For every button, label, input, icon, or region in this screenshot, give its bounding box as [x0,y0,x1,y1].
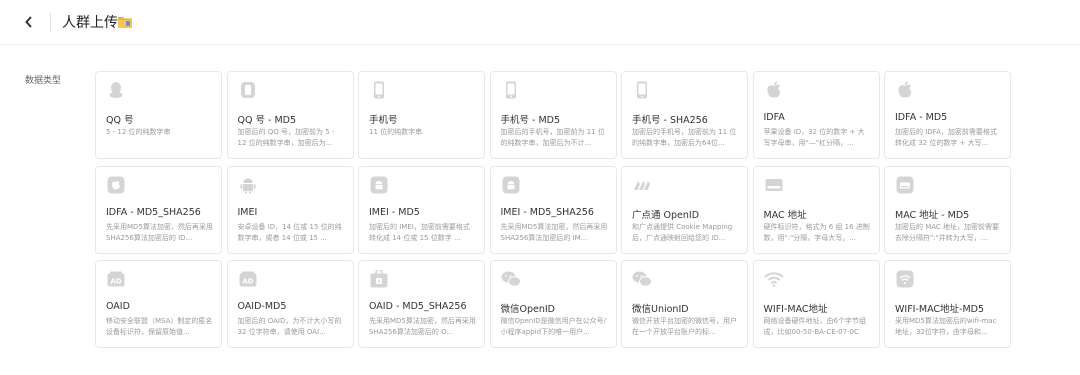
wifi-icon [763,269,784,289]
data-type-card[interactable]: IMEI - MD5_SHA256 先采用MD5算法加密，然后再采用SHA256算… [489,165,617,254]
data-type-card[interactable]: WIFI-MAC地址-MD5 采用MD5算法加密后的wifi-mac地址，32位字… [884,260,1011,348]
data-type-card[interactable]: IMEI 安卓设备 ID，14 位或 15 位的纯数字串，或者 14 位或 15 … [226,165,354,254]
data-type-card[interactable]: MAC 地址 - MD5 加密后的 MAC 地址，加密前需要去除分隔符":"并转为… [884,165,1011,254]
card-title: OAID [106,301,130,312]
card-description: 先采用MD5算法加密，然后再采用SHA256算法加密后的 O... [369,317,476,336]
card-title: IMEI - MD5 [369,206,420,218]
card-description: 安卓设备 ID，14 位或 15 位的纯数字串，或者 14 位或 15 ... [237,222,342,242]
card-description: 微信OpenID是微信用户在公众号/小程序appid下的唯一用户... [500,317,607,336]
android-square-icon [369,175,389,195]
data-type-card[interactable]: MAC 地址 硬件标识符，格式为 6 组 16 进制数，用":"分隔，字母大写。.… [752,165,880,254]
card-title: QQ 号 [106,115,134,126]
card-title: WIFI-MAC地址-MD5 [895,304,985,315]
card-description: 加密后的 IMEI，加密前需要格式转化成 14 位或 15 位数字 ... [369,222,470,242]
card-description: 加密后的 QQ 号，加密前为 5 - 12 位的纯数字串，加密后为... [237,128,335,147]
card-title: OAID - MD5_SHA256 [369,301,467,312]
apple-icon [895,80,915,100]
data-type-card[interactable]: QQ 号 - MD5 加密后的 QQ 号，加密前为 5 - 12 位的纯数字串，加… [226,71,354,159]
mac-icon [764,175,784,195]
card-title: IDFA [763,112,785,123]
folder-icon [118,17,132,28]
card-description: 加密后的 IDFA，加密前需要格式转化成 32 位的数字 + 大写... [895,128,997,147]
card-description: 硬件标识符，格式为 6 组 16 进制数，用":"分隔，字母大写。... [763,222,870,242]
data-type-card[interactable]: 手机号 - MD5 加密后的手机号，加密前为 11 位的纯数字串，加密后为不计..… [489,71,617,159]
svg-text:AD: AD [110,278,121,286]
mobile-icon [501,80,521,100]
card-description: 和广点通提供 Cookie Mapping 后，广点通映射回给您的 ID... [632,222,733,242]
card-title: OAID-MD5 [237,301,287,312]
card-description: 加密后的手机号，加密前为 11 位的纯数字串，加密后为64位... [632,128,737,147]
ad-lock-icon [369,269,389,289]
card-description: 网络设备硬件地址，由6个字节组成，比如00-50-BA-CE-07-0C [763,317,866,336]
card-description: 先采用MD5算法加密，然后再采用SHA256算法加密后的 ID... [106,222,213,242]
card-description: 加密后的手机号，加密前为 11 位的纯数字串，加密后为不计... [500,128,605,147]
card-title: IDFA - MD5_SHA256 [106,206,201,218]
mobile-icon [369,80,389,100]
card-title: 广点通 OpenID [632,209,700,221]
data-type-card[interactable]: OAID - MD5_SHA256 先采用MD5算法加密，然后再采用SHA256算… [358,260,485,348]
card-description: 移动安全联盟（MSA）制定的匿名设备标识符，保留原始值... [106,317,213,336]
header-divider [50,13,51,33]
wechat-icon [501,269,521,289]
svg-text:AD: AD [242,278,253,286]
card-description: 加密后的 OAID，为不计大小写的 32 位字符串，请使用 OAI... [237,317,342,336]
mobile-icon [632,80,652,100]
wechat-icon [632,269,652,289]
card-title: WIFI-MAC地址 [763,304,828,315]
page-title: 人群上传 [62,15,118,31]
data-type-card[interactable]: AD OAID 移动安全联盟（MSA）制定的匿名设备标识符，保留原始值... [95,260,222,348]
card-title: 微信OpenID [500,304,556,315]
mac-square-icon [895,175,915,195]
data-type-card[interactable]: WIFI-MAC地址网络设备硬件地址，由6个字节组成，比如00-50-BA-CE… [752,260,880,348]
qq-icon [106,80,126,100]
card-title: IMEI [237,206,258,218]
data-type-card[interactable]: AD OAID-MD5 加密后的 OAID，为不计大小写的 32 位字符串，请使用 … [226,260,354,348]
data-type-card[interactable]: 微信UnionID 微信开放平台加密的微信号，用户在一个开放平台账户的标... [621,260,748,348]
wifi-square-icon [895,269,915,289]
data-type-card[interactable]: 手机号 11 位的纯数字串 [358,71,485,159]
section-label: 数据类型 [25,76,62,86]
android-square-icon [501,175,521,195]
card-title: 微信UnionID [632,304,689,315]
ad-icon: AD [238,269,258,289]
apple-icon [764,80,784,100]
data-type-card[interactable]: IDFA - MD5 加密后的 IDFA，加密前需要格式转化成 32 位的数字 +… [884,71,1011,159]
card-title: MAC 地址 - MD5 [895,209,970,221]
card-description: 微信开放平台加密的微信号，用户在一个开放平台账户的标... [632,317,737,336]
ad-icon: AD [106,269,126,289]
card-description: 5 - 12 位的纯数字串 [106,128,171,136]
card-title: QQ 号 - MD5 [237,115,297,126]
data-type-card[interactable]: 手机号 - SHA256 加密后的手机号，加密前为 11 位的纯数字串，加密后为6… [621,71,748,159]
data-type-card[interactable]: 微信OpenID 微信OpenID是微信用户在公众号/小程序appid下的唯一用户… [489,260,617,348]
data-type-grid: QQ 号 5 - 12 位的纯数字串 QQ 号 - MD5 加密后的 QQ 号，加密前… [95,71,1011,348]
phone-icon [238,80,258,100]
card-description: 11 位的纯数字串 [369,128,423,136]
card-title: IMEI - MD5_SHA256 [500,206,594,218]
chevron-left-icon [25,16,32,28]
back-button[interactable] [18,11,40,33]
data-type-card[interactable]: QQ 号 5 - 12 位的纯数字串 [95,71,222,159]
android-icon [238,175,258,195]
card-title: 手机号 - MD5 [500,115,561,126]
data-type-card[interactable]: IDFA - MD5_SHA256 先采用MD5算法加密，然后再采用SHA256算… [95,165,222,254]
data-type-card[interactable]: IDFA 苹果设备 ID，32 位的数字 + 大写字母串，用"—"杠分隔，... [752,71,880,159]
data-type-card[interactable]: IMEI - MD5 加密后的 IMEI，加密前需要格式转化成 14 位或 15 … [358,165,485,254]
card-description: 加密后的 MAC 地址，加密前需要去除分隔符":"并转为大写，... [895,222,1000,242]
apple-square-icon [106,175,126,195]
gdt-icon [632,175,652,195]
card-description: 先采用MD5算法加密，然后再采用SHA256算法加密后的 IM... [500,222,608,242]
card-description: 采用MD5算法加密后的wifi-mac地址，32位字符，由字母和... [895,317,997,336]
page-header: 人群上传 [0,0,1080,45]
card-title: IDFA - MD5 [895,112,948,123]
card-title: MAC 地址 [763,209,807,221]
data-type-card[interactable]: 广点通 OpenID 和广点通提供 Cookie Mapping 后，广点通映射回… [621,165,748,254]
card-description: 苹果设备 ID，32 位的数字 + 大写字母串，用"—"杠分隔，... [763,128,865,147]
card-title: 手机号 - SHA256 [632,115,708,126]
card-title: 手机号 [369,115,398,126]
